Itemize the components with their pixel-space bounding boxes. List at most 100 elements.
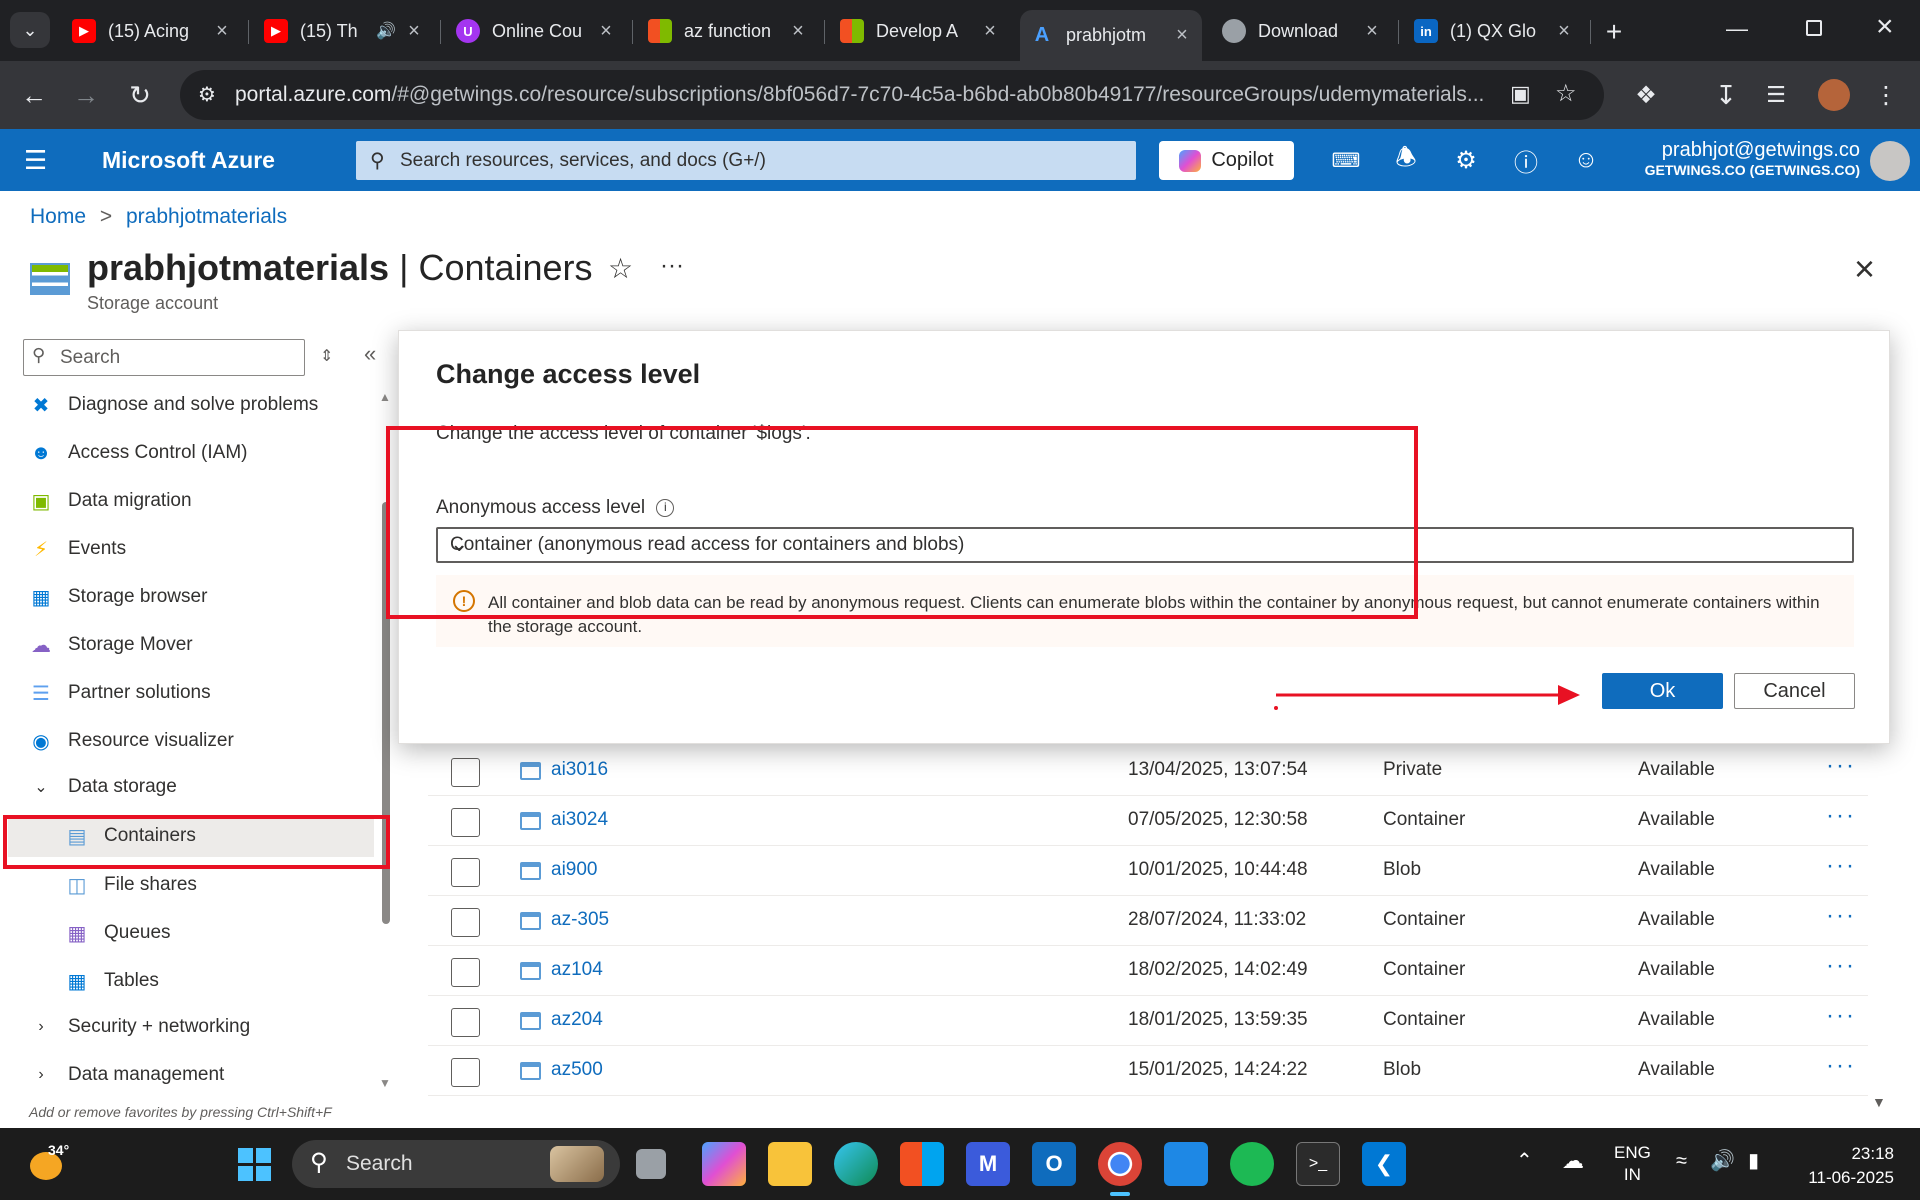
start-icon[interactable] <box>232 1142 276 1186</box>
container-name-link[interactable]: az-305 <box>551 909 609 931</box>
onedrive-icon[interactable]: ☁ <box>1562 1148 1584 1174</box>
row-checkbox[interactable] <box>451 758 480 787</box>
media-control-icon[interactable]: ☰ <box>1756 75 1796 115</box>
battery-icon[interactable]: ▮ <box>1748 1148 1759 1173</box>
close-icon[interactable]: × <box>212 20 232 43</box>
weather-widget[interactable]: 34° <box>26 1140 74 1186</box>
row-more-icon[interactable]: ··· <box>1826 902 1856 930</box>
minimize-button[interactable]: — <box>1726 16 1748 42</box>
table-scroll-down-arrow[interactable]: ▼ <box>1872 1094 1886 1110</box>
sidebar-search-input[interactable]: ⚲ Search <box>23 339 305 376</box>
browser-tab-5[interactable]: Develop A × <box>830 10 1010 52</box>
close-icon[interactable]: × <box>596 20 616 43</box>
show-hidden-icons[interactable]: ⌃ <box>1516 1148 1533 1173</box>
row-checkbox[interactable] <box>451 858 480 887</box>
avatar[interactable] <box>1870 141 1910 181</box>
scroll-down-arrow[interactable]: ▼ <box>379 1076 391 1090</box>
scroll-up-arrow[interactable]: ▲ <box>379 390 391 404</box>
cloud-shell-icon[interactable]: ⌨ <box>1328 142 1364 178</box>
row-checkbox[interactable] <box>451 958 480 987</box>
feedback-icon[interactable]: ☺ <box>1568 142 1604 178</box>
sidebar-item-file-shares[interactable]: ◫ File shares <box>0 863 375 907</box>
row-checkbox[interactable] <box>451 908 480 937</box>
sidebar-group-data-management[interactable]: › Data management <box>0 1053 375 1097</box>
row-more-icon[interactable]: ··· <box>1826 1002 1856 1030</box>
container-name-link[interactable]: az104 <box>551 959 603 981</box>
sidebar-group-security-networking[interactable]: › Security + networking <box>0 1005 375 1049</box>
reload-button[interactable]: ↻ <box>120 75 160 115</box>
browser-tab-8[interactable]: in (1) QX Glo × <box>1404 10 1584 52</box>
table-row[interactable]: az-305 28/07/2024, 11:33:02 Container Av… <box>428 896 1868 946</box>
search-tool-icon[interactable] <box>1164 1142 1208 1186</box>
bookmark-star-icon[interactable]: ☆ <box>1555 79 1577 108</box>
language-indicator[interactable]: ENG IN <box>1614 1142 1651 1186</box>
row-more-icon[interactable]: ··· <box>1826 802 1856 830</box>
azure-brand[interactable]: Microsoft Azure <box>102 147 275 174</box>
close-icon[interactable]: × <box>1172 24 1192 47</box>
close-icon[interactable]: × <box>1554 20 1574 43</box>
table-row[interactable]: az204 18/01/2025, 13:59:35 Container Ava… <box>428 996 1868 1046</box>
vscode-icon[interactable]: ❮ <box>1362 1142 1406 1186</box>
container-name-link[interactable]: ai3016 <box>551 759 608 781</box>
edge-browser-icon[interactable] <box>834 1142 878 1186</box>
table-row[interactable]: az104 18/02/2025, 14:02:49 Container Ava… <box>428 946 1868 996</box>
extensions-icon[interactable]: ❖ <box>1626 75 1666 115</box>
close-icon[interactable]: × <box>980 20 1000 43</box>
browser-tab-1[interactable]: ▶ (15) Acing × <box>62 10 242 52</box>
volume-icon[interactable]: 🔊 <box>1710 1148 1735 1173</box>
row-checkbox[interactable] <box>451 1008 480 1037</box>
outlook-icon[interactable]: O <box>1032 1142 1076 1186</box>
close-blade-icon[interactable]: × <box>1854 248 1875 290</box>
browser-tab-7[interactable]: Download × <box>1212 10 1392 52</box>
table-row[interactable]: az500 15/01/2025, 14:24:22 Blob Availabl… <box>428 1046 1868 1096</box>
sidebar-item-diagnose[interactable]: ✖ Diagnose and solve problems <box>0 383 375 427</box>
tab-search-button[interactable]: ⌄ <box>10 12 50 48</box>
cancel-button[interactable]: Cancel <box>1734 673 1855 709</box>
more-actions-icon[interactable]: ··· <box>660 252 684 280</box>
browser-tab-3[interactable]: U Online Cou × <box>446 10 626 52</box>
back-button[interactable]: ← <box>14 75 54 115</box>
global-search-input[interactable]: ⚲ Search resources, services, and docs (… <box>356 141 1136 180</box>
row-more-icon[interactable]: ··· <box>1826 852 1856 880</box>
address-bar[interactable]: ⚙ portal.azure.com/#@getwings.co/resourc… <box>180 70 1604 120</box>
close-icon[interactable]: × <box>1362 20 1382 43</box>
sort-icon[interactable]: ⇕ <box>320 346 333 366</box>
sidebar-item-resource-visualizer[interactable]: ◉ Resource visualizer <box>0 719 375 763</box>
install-app-icon[interactable]: ▣ <box>1510 81 1531 107</box>
notifications-bell-icon[interactable]: 🕭 <box>1388 142 1424 178</box>
speaker-icon[interactable]: 🔊 <box>376 21 396 41</box>
chrome-icon[interactable] <box>1098 1142 1142 1186</box>
forward-button[interactable]: → <box>66 75 106 115</box>
sidebar-item-tables[interactable]: ▦ Tables <box>0 959 375 1003</box>
help-icon[interactable]: ⓘ <box>1508 142 1544 178</box>
table-row[interactable]: ai900 10/01/2025, 10:44:48 Blob Availabl… <box>428 846 1868 896</box>
close-icon[interactable]: × <box>788 20 808 43</box>
spotify-icon[interactable] <box>1230 1142 1274 1186</box>
taskbar-search-box[interactable]: ⚲ Search <box>292 1140 620 1188</box>
wifi-icon[interactable]: ≈ <box>1676 1150 1687 1173</box>
row-checkbox[interactable] <box>451 1058 480 1087</box>
container-name-link[interactable]: az500 <box>551 1059 603 1081</box>
account-menu[interactable]: prabhjot@getwings.co GETWINGS.CO (GETWIN… <box>1645 139 1860 178</box>
app-icon[interactable]: M <box>966 1142 1010 1186</box>
close-window-button[interactable]: × <box>1876 10 1894 44</box>
restore-button[interactable] <box>1806 20 1822 36</box>
container-name-link[interactable]: az204 <box>551 1009 603 1031</box>
table-row[interactable]: ai3016 13/04/2025, 13:07:54 Private Avai… <box>428 746 1868 796</box>
portal-menu-icon[interactable]: ☰ <box>24 145 47 176</box>
sidebar-item-partner-solutions[interactable]: ☰ Partner solutions <box>0 671 375 715</box>
sidebar-item-access-control[interactable]: ☻ Access Control (IAM) <box>0 431 375 475</box>
browser-tab-2[interactable]: ▶ (15) Th 🔊 × <box>254 10 434 52</box>
sidebar-item-events[interactable]: ⚡ Events <box>0 527 375 571</box>
sidebar-item-storage-browser[interactable]: ▦ Storage browser <box>0 575 375 619</box>
sidebar-item-data-migration[interactable]: ▣ Data migration <box>0 479 375 523</box>
row-more-icon[interactable]: ··· <box>1826 952 1856 980</box>
microsoft-store-icon[interactable] <box>900 1142 944 1186</box>
terminal-icon[interactable]: >_ <box>1296 1142 1340 1186</box>
close-icon[interactable]: × <box>404 20 424 43</box>
row-more-icon[interactable]: ··· <box>1826 1052 1856 1080</box>
browser-tab-4[interactable]: az function × <box>638 10 818 52</box>
copilot-button[interactable]: Copilot <box>1159 141 1294 180</box>
site-info-icon[interactable]: ⚙ <box>198 82 216 107</box>
breadcrumb-home[interactable]: Home <box>30 205 86 228</box>
